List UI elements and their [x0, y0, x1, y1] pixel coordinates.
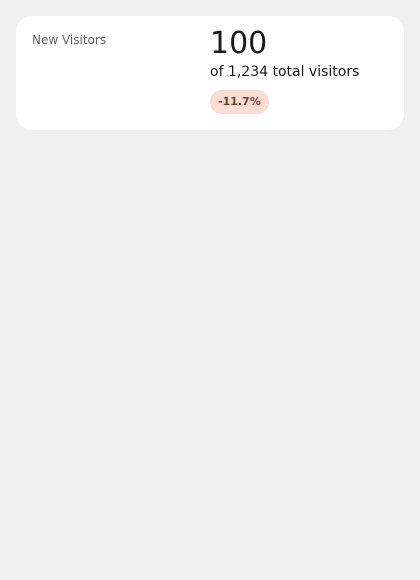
- metric-value: 100: [210, 26, 268, 61]
- metric-card-title: New Visitors: [32, 33, 107, 47]
- metric-card-new-visitors: New Visitors 100 of 1,234 total visitors…: [16, 16, 404, 130]
- metric-subtitle: of 1,234 total visitors: [210, 64, 360, 80]
- change-badge: -11.7%: [210, 90, 269, 114]
- metric-block: 100 of 1,234 total visitors -11.7%: [210, 26, 359, 114]
